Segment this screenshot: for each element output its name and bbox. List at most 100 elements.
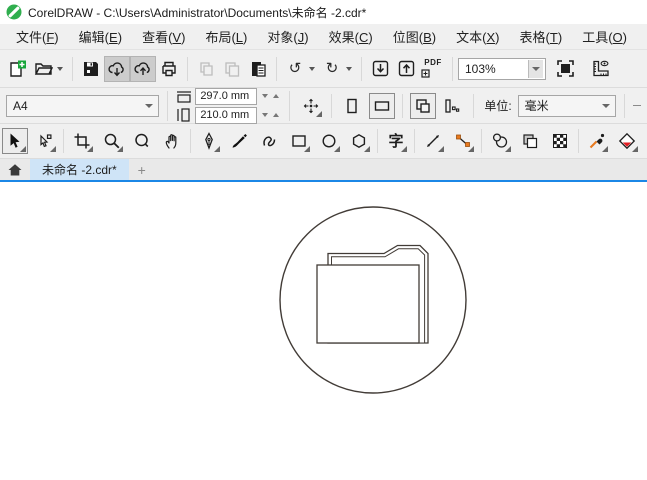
pan-tool[interactable] [159,128,185,154]
separator [63,129,64,153]
menu-text[interactable]: 文本(X) [450,24,505,49]
cut-button [193,56,219,82]
shape-tool[interactable] [32,128,58,154]
toolbox: 字 [0,124,647,159]
publish-pdf-button[interactable]: PDF [419,56,447,82]
menu-view[interactable]: 查看(V) [136,24,191,49]
open-dropdown-caret[interactable] [57,66,63,71]
save-button[interactable] [78,56,104,82]
rectangle-tool-icon [292,135,306,147]
transparency-tool[interactable] [517,128,543,154]
units-label: 单位: [484,99,512,113]
landscape-button[interactable] [369,92,396,119]
curve-tool[interactable] [256,128,282,154]
page-width-icon [177,90,192,103]
open-button[interactable] [30,56,56,82]
page-height-spinner[interactable] [259,108,281,123]
cloud-upload-button[interactable] [130,55,156,82]
full-screen-preview-button[interactable] [552,56,578,82]
folder-shape[interactable] [316,244,429,344]
all-pages-icon [416,98,431,113]
print-icon [162,61,176,76]
nudge-offset-button[interactable] [298,93,324,119]
units-dropdown[interactable] [598,97,613,115]
checkerboard-icon [553,134,567,148]
redo-button[interactable]: ↻ [319,56,345,82]
pdf-box-icon [421,69,430,78]
menu-object[interactable]: 对象(J) [261,24,314,49]
units-combobox[interactable]: 毫米 [517,94,616,117]
undo-button[interactable]: ↺ [282,56,308,82]
separator [289,90,291,121]
portrait-button[interactable] [339,93,365,119]
crop-tool[interactable] [69,128,95,154]
pick-tool[interactable] [2,128,28,154]
undo-icon: ↺ [288,60,302,77]
page-height-field[interactable]: 210.0 mm [195,106,258,124]
menu-edit[interactable]: 编辑(E) [73,24,128,49]
print-button[interactable] [156,56,182,82]
import-icon [372,60,388,77]
new-tab-button[interactable]: + [129,159,155,180]
current-page-icon [445,98,460,113]
paste-icon [252,61,266,77]
magnifier-icon [135,133,149,148]
connector-tool[interactable] [450,128,476,154]
dimension-line-tool[interactable] [420,128,446,154]
undo-dropdown-caret[interactable] [309,66,315,71]
paper-size-dropdown[interactable] [141,97,156,115]
redo-icon: ↻ [325,60,339,77]
full-screen-preview-icon [556,60,574,77]
rectangle-tool[interactable] [286,128,312,154]
zoom-level-combobox[interactable]: 103% [458,57,546,80]
export-button[interactable] [393,56,419,82]
menu-bitmaps[interactable]: 位图(B) [387,24,442,49]
document-tab-bar: 未命名 -2.cdr* + [0,159,647,180]
menu-effects[interactable]: 效果(C) [323,24,379,49]
document-tab-active[interactable]: 未命名 -2.cdr* [30,159,129,180]
show-rulers-button[interactable] [588,56,614,82]
pen-tool[interactable] [196,128,222,154]
redo-dropdown-caret[interactable] [346,66,352,71]
magnifier-tool[interactable] [129,128,155,154]
text-tool[interactable]: 字 [383,128,409,154]
text-tool-icon: 字 [388,132,404,150]
separator [167,90,169,121]
pattern-fill-tool[interactable] [547,128,573,154]
import-button[interactable] [367,56,393,82]
brush-tool[interactable] [226,128,252,154]
pdf-icon: PDF [424,58,442,67]
chevron-down-icon [532,66,540,71]
ellipse-tool[interactable] [316,128,342,154]
menu-layout[interactable]: 布局(L) [199,24,253,49]
menu-tools[interactable]: 工具(O) [576,24,633,49]
crop-tool-icon [74,133,90,149]
interactive-fill-tool[interactable] [614,128,640,154]
portrait-icon [347,98,358,113]
zoom-tool[interactable] [99,128,125,154]
new-document-button[interactable] [4,56,30,82]
cloud-download-button[interactable] [104,55,130,82]
drop-shadow-tool[interactable] [487,128,513,154]
standard-toolbar: ↺ ↻ PDF 103% [0,50,647,88]
drawing-folder-in-circle[interactable] [0,182,647,480]
polygon-tool[interactable] [346,128,372,154]
current-page-size-button[interactable] [439,93,465,119]
canvas[interactable] [0,182,647,480]
separator [187,56,188,81]
zoom-level-dropdown[interactable] [528,59,543,78]
menu-file[interactable]: 文件(F) [10,24,65,49]
nudge-offset-icon [304,98,319,113]
welcome-home-button[interactable] [0,159,30,180]
paper-size-combobox[interactable]: A4 [6,94,160,117]
drop-shadow-icon [492,133,508,148]
menu-table[interactable]: 表格(T) [514,24,569,49]
separator [331,93,333,118]
page-width-spinner[interactable] [259,89,281,104]
cloud-download-icon [108,61,124,76]
page-width-field[interactable]: 297.0 mm [195,87,258,105]
color-eyedropper-tool[interactable] [584,128,610,154]
paste-button[interactable] [245,56,271,82]
page-dimensions: 297.0 mm 210.0 mm [176,87,281,124]
all-pages-size-button[interactable] [410,92,437,119]
